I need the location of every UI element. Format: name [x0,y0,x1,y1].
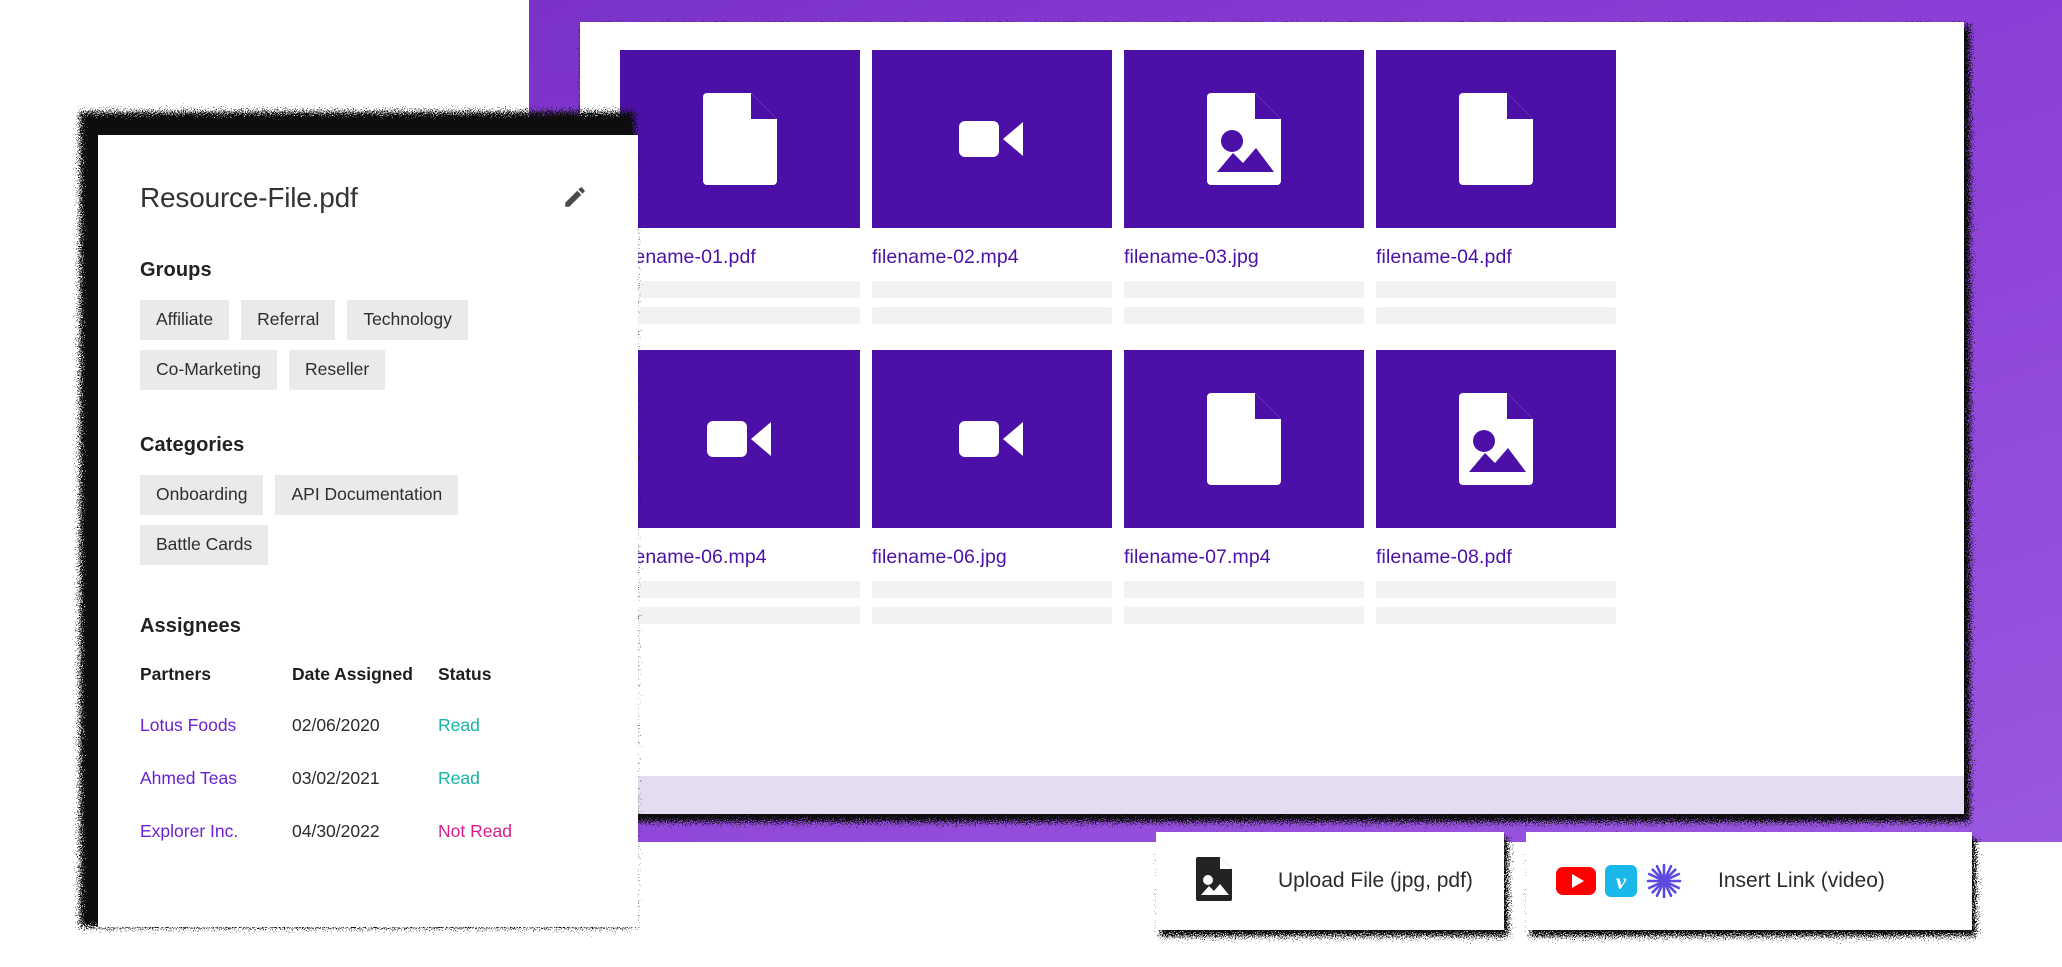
starburst-icon [1646,863,1682,899]
file-tile[interactable]: filename-07.mp4 [1124,350,1364,624]
video-camera-icon [707,417,773,461]
categories-heading: Categories [140,434,245,456]
file-grid-card: filename-01.pdf filename-02.mp4 filename-0… [580,22,1964,814]
card-footer-strip [580,776,1964,814]
placeholder-bar [620,581,860,598]
placeholder-bar [1124,581,1364,598]
video-camera-icon [959,117,1025,161]
file-thumbnail[interactable] [1376,350,1616,528]
file-tile[interactable]: filename-06.mp4 [620,350,860,624]
pdf-file-icon [703,93,777,185]
image-file-icon [1459,393,1533,485]
table-row: Explorer Inc. 04/30/2022 Not Read [140,821,580,874]
file-name[interactable]: filename-03.jpg [1124,246,1364,269]
insert-link-button[interactable]: v Insert Link (video) [1526,832,1972,930]
partner-link[interactable]: Ahmed Teas [140,768,237,788]
category-chip[interactable]: Battle Cards [140,525,269,565]
category-chip[interactable]: API Documentation [275,475,459,515]
group-chip[interactable]: Affiliate [140,300,230,340]
placeholder-bar [1124,607,1364,624]
date-assigned-cell: 03/02/2021 [292,768,380,788]
partner-link[interactable]: Lotus Foods [140,715,236,735]
file-thumbnail[interactable] [872,50,1112,228]
file-tile[interactable]: filename-08.pdf [1376,350,1616,624]
file-tile[interactable]: filename-01.pdf [620,50,860,324]
insert-link-label: Insert Link (video) [1718,869,1885,892]
categories-chip-list: Onboarding API Documentation Battle Cards [140,475,570,565]
file-tile[interactable]: filename-06.jpg [872,350,1112,624]
file-name[interactable]: filename-07.mp4 [1124,546,1364,569]
panel-header: Resource-File.pdf [140,181,592,215]
placeholder-bar [1376,307,1616,324]
file-name[interactable]: filename-06.mp4 [620,546,860,569]
placeholder-bar [1376,607,1616,624]
column-header-status: Status [438,664,492,684]
file-thumbnail[interactable] [1124,350,1364,528]
status-text: Read [438,715,480,735]
group-chip[interactable]: Co-Marketing [140,350,278,390]
file-thumbnail[interactable] [620,50,860,228]
groups-chip-list: Affiliate Referral Technology Co-Marketing R… [140,300,570,390]
pencil-icon [562,184,588,213]
file-tile[interactable]: filename-04.pdf [1376,50,1616,324]
placeholder-bar [1124,307,1364,324]
status-text: Read [438,768,480,788]
file-thumbnail[interactable] [1124,50,1364,228]
group-chip[interactable]: Technology [347,300,468,340]
placeholder-bar [872,607,1112,624]
table-header-row: Partners Date Assigned Status [140,664,580,715]
youtube-icon [1556,867,1596,895]
video-provider-icons: v [1556,863,1682,899]
assignees-heading: Assignees [140,615,241,637]
placeholder-bar [1376,581,1616,598]
placeholder-bar [1376,281,1616,298]
file-name[interactable]: filename-04.pdf [1376,246,1616,269]
file-grid: filename-01.pdf filename-02.mp4 filename-0… [620,50,1925,624]
placeholder-bar [872,281,1112,298]
pdf-file-icon [1207,393,1281,485]
placeholder-bar [620,307,860,324]
placeholder-bar [872,581,1112,598]
date-assigned-cell: 04/30/2022 [292,821,380,841]
edit-button[interactable] [558,181,592,215]
file-name[interactable]: filename-06.jpg [872,546,1112,569]
page-title: Resource-File.pdf [140,182,358,213]
placeholder-bar [620,281,860,298]
file-name[interactable]: filename-08.pdf [1376,546,1616,569]
image-document-icon [1196,856,1234,906]
file-name[interactable]: filename-01.pdf [620,246,860,269]
table-row: Lotus Foods 02/06/2020 Read [140,715,580,768]
group-chip[interactable]: Referral [241,300,336,340]
partner-link[interactable]: Explorer Inc. [140,821,238,841]
groups-heading: Groups [140,259,212,281]
date-assigned-cell: 02/06/2020 [292,715,380,735]
category-chip[interactable]: Onboarding [140,475,264,515]
upload-file-label: Upload File (jpg, pdf) [1278,869,1473,892]
column-header-partners: Partners [140,664,212,684]
file-thumbnail[interactable] [1376,50,1616,228]
placeholder-bar [1124,281,1364,298]
app-canvas: filename-01.pdf filename-02.mp4 filename-0… [0,0,2062,967]
status-text: Not Read [438,821,512,841]
status-badge: Read [438,768,580,821]
file-thumbnail[interactable] [872,350,1112,528]
column-header-date-assigned: Date Assigned [292,664,413,684]
status-badge: Read [438,715,580,768]
table-row: Ahmed Teas 03/02/2021 Read [140,768,580,821]
status-badge: Not Read [438,821,580,874]
upload-file-button[interactable]: Upload File (jpg, pdf) [1156,832,1504,930]
placeholder-bar [620,607,860,624]
assignees-table: Partners Date Assigned Status Lotus Food… [140,664,580,874]
video-camera-icon [959,417,1025,461]
file-thumbnail[interactable] [620,350,860,528]
pdf-file-icon [1459,93,1533,185]
vimeo-icon: v [1605,865,1637,897]
group-chip[interactable]: Reseller [289,350,386,390]
resource-detail-panel: Resource-File.pdf Groups Affiliate Referr… [98,135,638,927]
file-tile[interactable]: filename-03.jpg [1124,50,1364,324]
file-tile[interactable]: filename-02.mp4 [872,50,1112,324]
placeholder-bar [872,307,1112,324]
image-file-icon [1207,93,1281,185]
file-name[interactable]: filename-02.mp4 [872,246,1112,269]
